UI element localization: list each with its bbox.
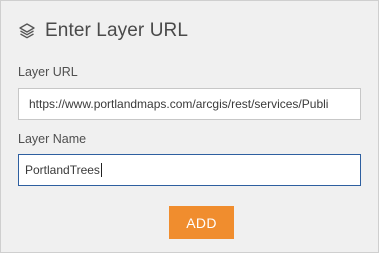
panel-header: Enter Layer URL [18, 18, 188, 44]
layers-icon [18, 22, 36, 40]
add-button[interactable]: ADD [169, 206, 234, 239]
layer-name-value: PortlandTrees [25, 163, 100, 177]
layer-name-input[interactable]: PortlandTrees [18, 154, 361, 186]
layer-url-label: Layer URL [18, 65, 78, 79]
layer-url-value: https://www.portlandmaps.com/arcgis/rest… [29, 97, 329, 111]
layer-url-input[interactable]: https://www.portlandmaps.com/arcgis/rest… [18, 88, 361, 120]
panel-title: Enter Layer URL [45, 20, 189, 41]
enter-layer-url-panel: Enter Layer URL Layer URL https://www.po… [0, 0, 379, 253]
text-caret [100, 163, 102, 177]
layer-name-label: Layer Name [18, 132, 87, 146]
